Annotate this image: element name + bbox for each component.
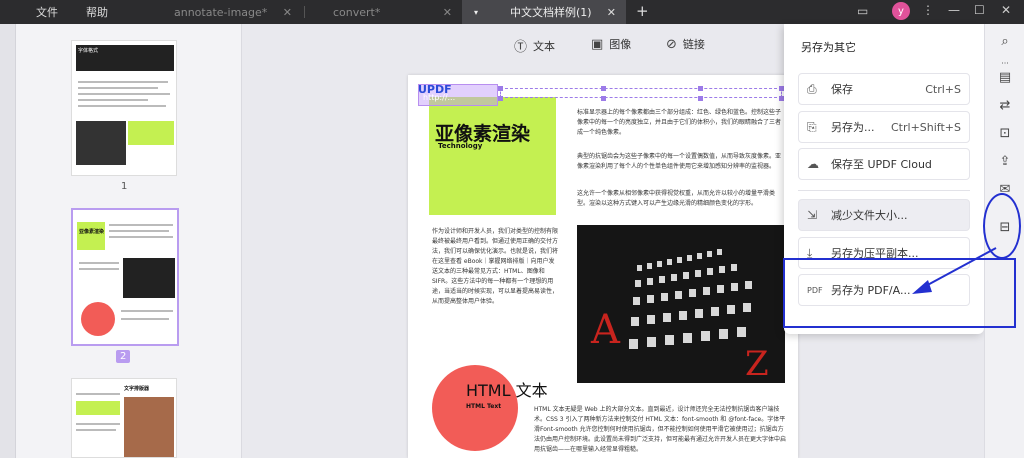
annotation-arrow — [912, 247, 997, 294]
